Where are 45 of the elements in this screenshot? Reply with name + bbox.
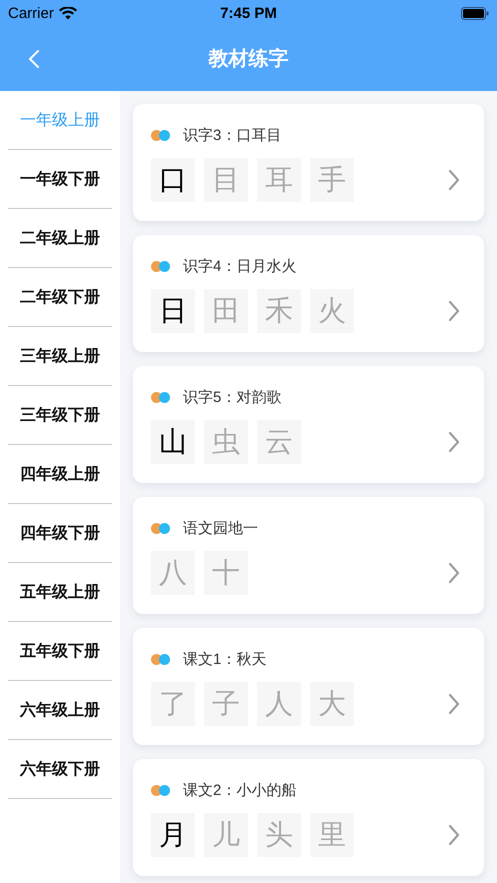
carrier-label: Carrier xyxy=(8,4,54,22)
grade-item[interactable]: 四年级上册 xyxy=(8,445,112,504)
lesson-title: 课文1：秋天 xyxy=(183,650,266,668)
page-title: 教材练字 xyxy=(208,46,288,72)
grade-item[interactable]: 二年级上册 xyxy=(8,209,112,268)
dots-icon xyxy=(151,392,171,402)
grade-item[interactable]: 一年级下册 xyxy=(8,150,112,209)
character-tile[interactable]: 月 xyxy=(151,813,195,857)
lesson-card[interactable]: 识字4：日月水火 日 田 禾 火 xyxy=(133,235,484,352)
grade-item[interactable]: 四年级下册 xyxy=(8,504,112,563)
grade-item[interactable]: 二年级下册 xyxy=(8,268,112,327)
dots-icon xyxy=(151,522,171,534)
dots-icon xyxy=(151,784,171,796)
dots-icon xyxy=(151,260,171,272)
grade-item[interactable]: 三年级上册 xyxy=(8,327,112,386)
dots-icon xyxy=(151,654,171,664)
grade-item[interactable]: 五年级上册 xyxy=(8,563,112,622)
chevron-icon[interactable] xyxy=(448,431,460,453)
character-tile[interactable]: 山 xyxy=(151,420,195,464)
lesson-card[interactable]: 语文园地一 八 十 xyxy=(133,497,484,614)
chevron-icon[interactable] xyxy=(448,562,460,584)
chevron-icon[interactable] xyxy=(448,824,460,846)
grade-item[interactable]: 六年级下册 xyxy=(8,740,112,799)
grade-item[interactable]: 五年级下册 xyxy=(8,622,112,681)
grade-item[interactable]: 六年级上册 xyxy=(8,681,112,740)
character-tile[interactable]: 日 xyxy=(151,289,195,333)
chevron-icon[interactable] xyxy=(448,300,460,322)
lesson-title: 语文园地一 xyxy=(183,518,258,538)
grade-item[interactable]: 三年级下册 xyxy=(8,386,112,445)
lesson-title: 识字3：口耳目 xyxy=(183,126,282,144)
lesson-card[interactable]: 课文2：小小的船 月 儿 头 里 xyxy=(133,759,484,876)
lesson-title: 识字4：日月水火 xyxy=(183,256,296,276)
lesson-title: 识字5：对韵歌 xyxy=(183,388,282,406)
chevron-icon[interactable] xyxy=(448,693,460,715)
lesson-card[interactable]: 识字3：口耳目 口 目 耳 手 xyxy=(133,104,484,221)
back-icon[interactable] xyxy=(28,48,40,68)
lesson-card[interactable]: 识字5：对韵歌 山 虫 云 xyxy=(133,366,484,483)
dots-icon xyxy=(151,130,171,140)
status-time: 7:45 PM xyxy=(220,4,277,22)
lesson-title: 课文2：小小的船 xyxy=(183,780,296,800)
chevron-icon[interactable] xyxy=(448,169,460,191)
wifi-icon xyxy=(58,6,77,20)
lesson-card[interactable]: 课文1：秋天 了 子 人 大 xyxy=(133,628,484,745)
character-tile[interactable]: 口 xyxy=(151,158,195,202)
battery-icon xyxy=(461,6,489,20)
